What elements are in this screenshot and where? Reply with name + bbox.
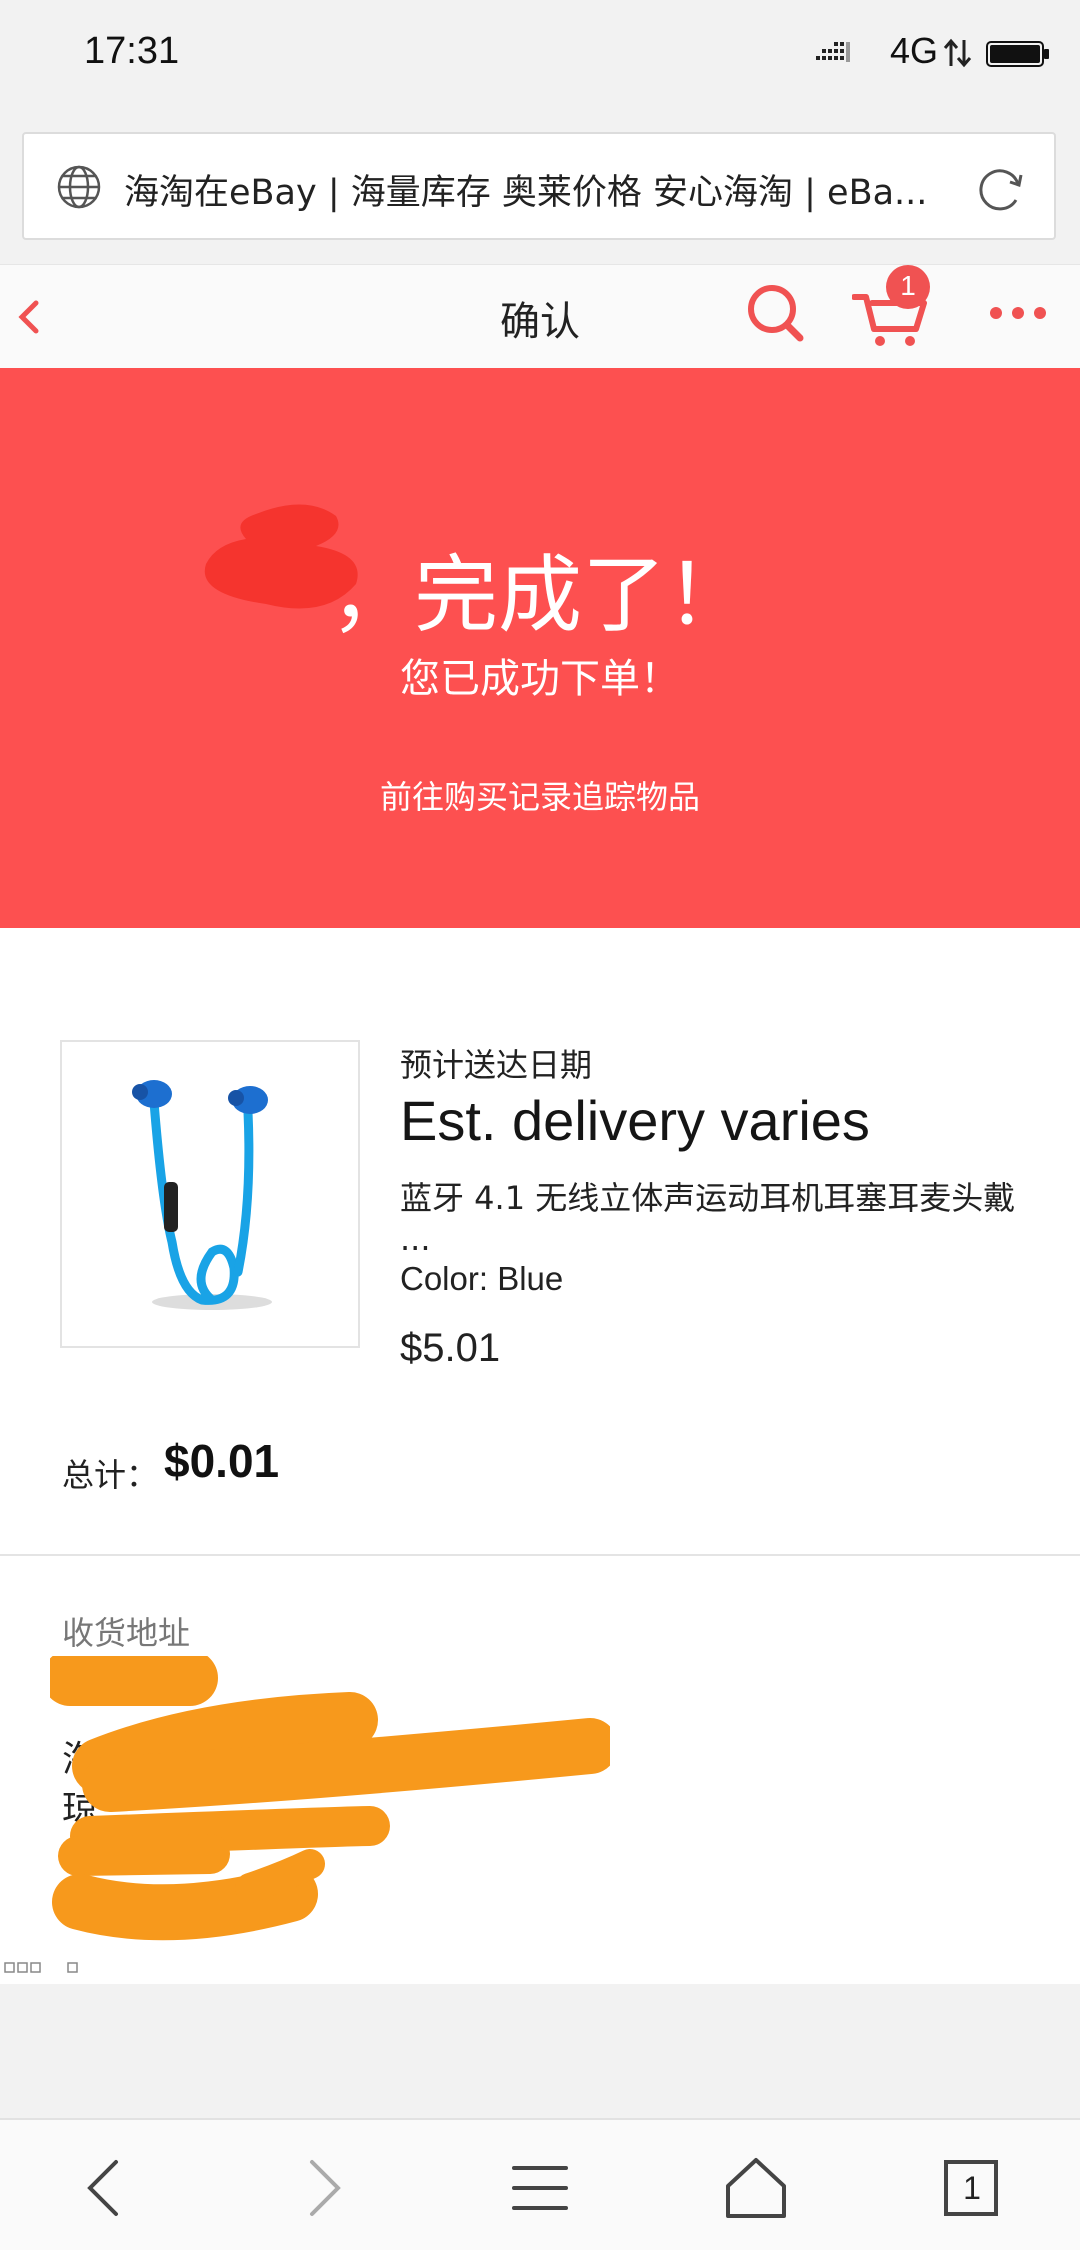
status-bar: 17:31 4G: [0, 0, 1080, 120]
product-title[interactable]: 蓝牙 4.1 无线立体声运动耳机耳塞耳麦头戴: [400, 1176, 1040, 1220]
track-orders-link[interactable]: 前往购买记录追踪物品: [0, 772, 1080, 818]
nav-menu-icon[interactable]: [500, 2150, 580, 2226]
globe-icon: [57, 165, 101, 209]
order-card: 预计送达日期 Est. delivery varies 蓝牙 4.1 无线立体声…: [0, 928, 1080, 1556]
address-label: 收货地址: [62, 1614, 191, 1652]
delivery-label: 预计送达日期: [400, 1046, 593, 1084]
product-color: Color: Blue: [400, 1260, 564, 1297]
status-time: 17:31: [84, 30, 180, 72]
tiny-icons: [4, 1962, 78, 1973]
nav-forward-icon[interactable]: [284, 2150, 364, 2226]
success-heading: ，完成了！: [329, 546, 750, 644]
signal-icon: [816, 42, 850, 62]
search-icon[interactable]: [742, 275, 808, 345]
battery-icon: [986, 41, 1049, 67]
redaction-mark: [50, 1656, 610, 1941]
nav-back-icon[interactable]: [64, 2150, 144, 2226]
page-title: 确认: [500, 299, 580, 345]
back-chevron-icon[interactable]: [14, 283, 44, 349]
product-title-ellipsis: ...: [400, 1220, 431, 1258]
nav-tabs-icon[interactable]: 1: [932, 2150, 1012, 2226]
data-arrows-icon: [943, 38, 972, 68]
browser-bottom-nav: 1: [0, 2118, 1080, 2250]
more-icon[interactable]: [988, 303, 1048, 323]
network-label: 4G: [890, 30, 939, 71]
total-label: 总计：: [62, 1456, 159, 1494]
product-image[interactable]: [60, 1040, 360, 1348]
url-bar[interactable]: 海淘在eBay | 海量库存 奥莱价格 安心海淘 | eBa...: [22, 132, 1056, 240]
nav-home-icon[interactable]: [716, 2150, 796, 2226]
reload-icon[interactable]: [976, 164, 1026, 214]
success-banner: ，完成了！ 您已成功下单！ 前往购买记录追踪物品: [0, 368, 1080, 928]
product-price: $5.01: [400, 1326, 501, 1370]
delivery-value: Est. delivery varies: [400, 1089, 870, 1152]
total-value: $0.01: [164, 1435, 280, 1487]
earphones-image: [132, 1080, 272, 1310]
app-header: 确认 1: [0, 264, 1080, 369]
shipping-address-section: 收货地址 海 学院 琼 1: [0, 1556, 1080, 1984]
redaction-mark: [204, 504, 358, 609]
success-subheading: 您已成功下单！: [400, 656, 680, 702]
url-text[interactable]: 海淘在eBay | 海量库存 奥莱价格 安心海淘 | eBa...: [124, 164, 964, 215]
cart-badge: 1: [886, 265, 930, 309]
tabs-count: 1: [963, 2170, 981, 2206]
